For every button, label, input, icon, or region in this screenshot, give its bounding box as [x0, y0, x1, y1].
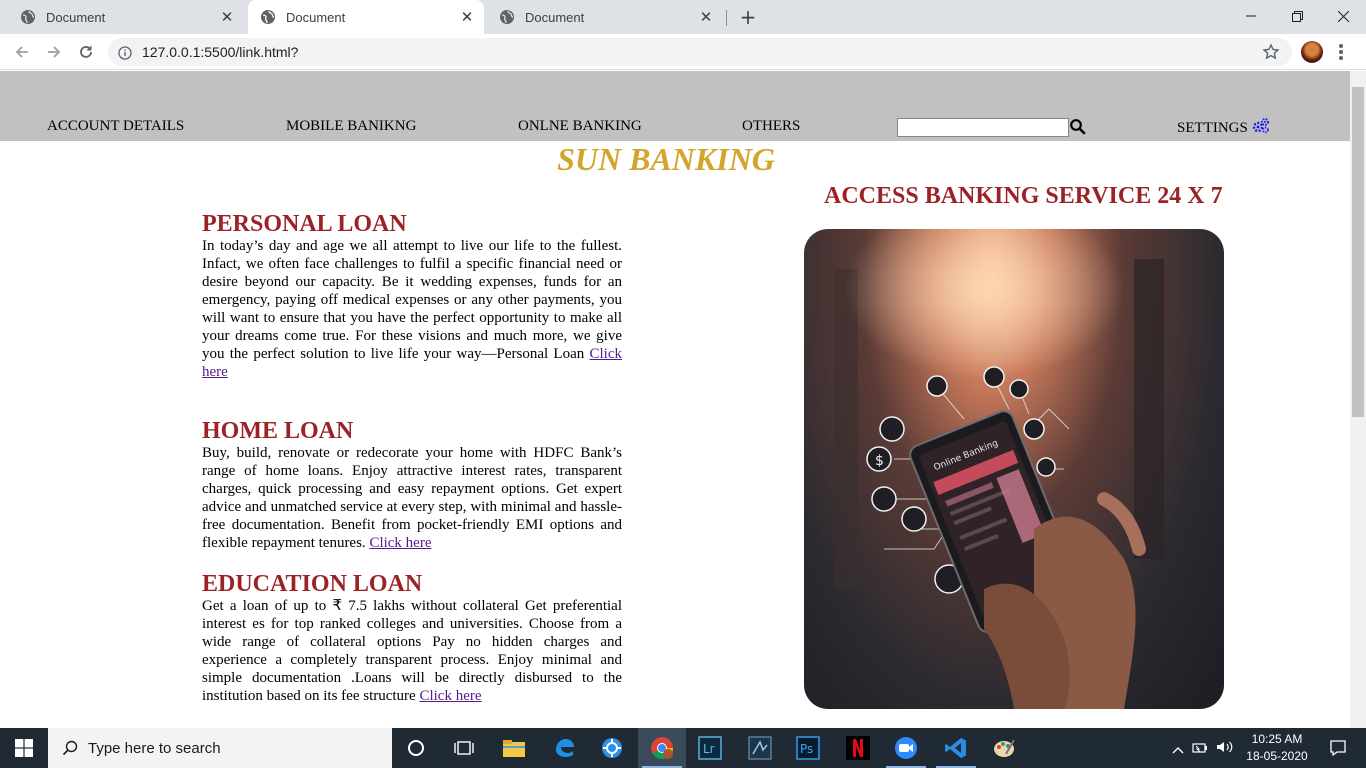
close-window-button[interactable] [1320, 0, 1366, 32]
svg-text:$: $ [875, 453, 884, 469]
page-viewport: ACCOUNT DETAILS MOBILE BANIKNG ONLNE BAN… [0, 71, 1350, 728]
forward-button[interactable] [40, 38, 68, 66]
task-view-icon[interactable] [440, 728, 488, 768]
nav-online-banking[interactable]: ONLNE BANKING [518, 118, 642, 135]
home-loan-link[interactable]: Click here [369, 535, 431, 551]
section-text: In today’s day and age we all attempt to… [202, 238, 622, 362]
personal-loan-section: PERSONAL LOAN In today’s day and age we … [202, 211, 622, 381]
brand-title: SUN BANKING [557, 141, 775, 177]
tab-title: Document [46, 9, 106, 25]
photoshop-icon[interactable]: Ps [784, 728, 832, 768]
tab-close-icon[interactable]: ✕ [695, 6, 717, 28]
restore-button[interactable] [1274, 0, 1320, 32]
tab-close-icon[interactable]: ✕ [216, 6, 238, 28]
gears-icon [1252, 118, 1270, 139]
volume-icon[interactable] [1216, 739, 1234, 758]
cortana-icon[interactable] [392, 728, 440, 768]
netflix-icon[interactable] [834, 728, 882, 768]
app-icon[interactable] [588, 728, 636, 768]
online-banking-hero-image: $ Online Banking [804, 229, 1224, 709]
access-title: ACCESS BANKING SERVICE 24 X 7 [824, 183, 1223, 209]
bookmark-star-icon[interactable] [1262, 43, 1280, 61]
tab-title: Document [525, 9, 585, 25]
svg-text:Ps: Ps [800, 742, 813, 756]
browser-tab-2[interactable]: Document ✕ [248, 0, 484, 34]
browser-menu-button[interactable] [1336, 42, 1346, 62]
battery-icon[interactable] [1192, 739, 1208, 758]
windows-taskbar: Type here to search Lr Ps 10:25 AM 18-05… [0, 728, 1366, 768]
scrollbar-thumb[interactable] [1352, 87, 1364, 417]
section-body: Buy, build, renovate or redecorate your … [202, 444, 622, 552]
profile-avatar[interactable] [1301, 41, 1323, 63]
svg-text:Lr: Lr [703, 742, 715, 756]
globe-icon [20, 9, 36, 25]
tab-close-icon[interactable]: ✕ [456, 6, 478, 28]
section-text: Get a loan of up to ₹ 7.5 lakhs without … [202, 598, 622, 704]
app-icon[interactable] [736, 728, 784, 768]
taskbar-search-placeholder: Type here to search [88, 739, 221, 757]
minimize-button[interactable] [1228, 0, 1274, 32]
settings-label: SETTINGS [1177, 120, 1248, 136]
section-body: Get a loan of up to ₹ 7.5 lakhs without … [202, 597, 622, 705]
info-icon[interactable] [118, 45, 132, 60]
globe-icon [499, 9, 515, 25]
nav-others[interactable]: OTHERS [742, 118, 800, 135]
section-body: In today’s day and age we all attempt to… [202, 237, 622, 381]
site-navbar: ACCOUNT DETAILS MOBILE BANIKNG ONLNE BAN… [0, 71, 1350, 141]
nav-mobile-banking[interactable]: MOBILE BANIKNG [286, 118, 416, 135]
browser-tab-3[interactable]: Document ✕ [487, 0, 723, 34]
start-button[interactable] [0, 728, 48, 768]
vscode-icon[interactable] [932, 728, 980, 768]
url-text: 127.0.0.1:5500/link.html? [142, 44, 299, 60]
education-loan-section: EDUCATION LOAN Get a loan of up to ₹ 7.5… [202, 571, 622, 705]
search-input[interactable] [897, 118, 1069, 137]
chrome-icon[interactable] [638, 728, 686, 768]
search-icon[interactable] [1069, 118, 1087, 136]
lightroom-icon[interactable]: Lr [686, 728, 734, 768]
system-tray [1172, 728, 1234, 768]
globe-icon [260, 9, 276, 25]
browser-toolbar: 127.0.0.1:5500/link.html? [0, 34, 1366, 70]
notification-center-icon[interactable] [1318, 728, 1358, 768]
clock-time: 10:25 AM [1251, 732, 1303, 746]
taskbar-clock[interactable]: 10:25 AM 18-05-2020 [1244, 731, 1310, 765]
taskbar-search-box[interactable]: Type here to search [48, 728, 392, 768]
section-heading: HOME LOAN [202, 418, 354, 444]
tab-title: Document [286, 9, 346, 25]
zoom-icon[interactable] [882, 728, 930, 768]
address-bar[interactable]: 127.0.0.1:5500/link.html? [108, 38, 1292, 66]
nav-account-details[interactable]: ACCOUNT DETAILS [47, 118, 184, 135]
education-loan-link[interactable]: Click here [419, 688, 481, 704]
file-explorer-icon[interactable] [490, 728, 538, 768]
nav-settings[interactable]: SETTINGS [1177, 118, 1270, 139]
edge-icon[interactable] [540, 728, 588, 768]
new-tab-button[interactable]: + [736, 5, 760, 29]
section-heading: PERSONAL LOAN [202, 211, 407, 237]
tab-separator [726, 10, 727, 26]
tab-strip: Document ✕ Document ✕ Document ✕ + [0, 0, 1366, 34]
browser-tab-1[interactable]: Document ✕ [8, 0, 244, 34]
chevron-up-icon[interactable] [1172, 739, 1184, 758]
paint-icon[interactable] [980, 728, 1028, 768]
reload-button[interactable] [72, 38, 100, 66]
search-icon [62, 740, 78, 756]
clock-date: 18-05-2020 [1246, 749, 1308, 763]
section-heading: EDUCATION LOAN [202, 571, 423, 597]
home-loan-section: HOME LOAN Buy, build, renovate or redeco… [202, 418, 622, 552]
back-button[interactable] [8, 38, 36, 66]
